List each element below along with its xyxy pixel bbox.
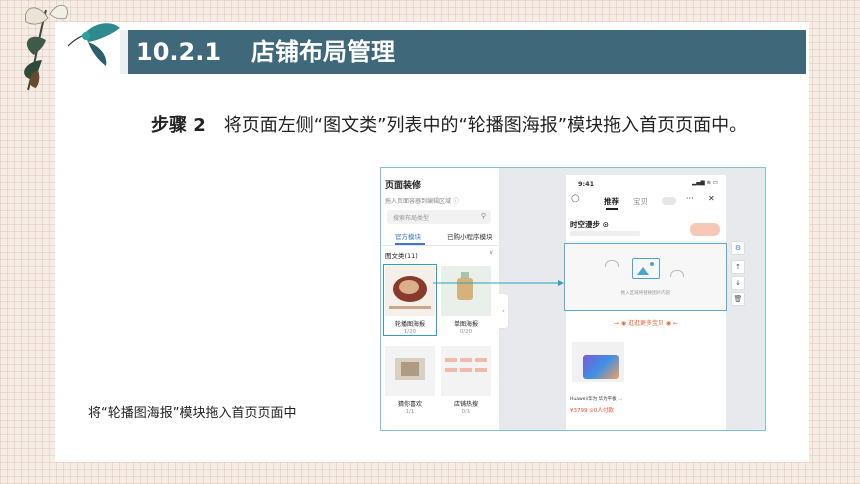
step-label: 步骤 2 [151,115,206,136]
title-accent [120,30,128,74]
drag-arrow [433,280,564,286]
section-title: 店铺布局管理 [251,38,396,66]
page-title: 10.2.1 店铺布局管理 [136,30,395,74]
section-number: 10.2.1 [136,38,222,66]
step-text: 将页面左侧“图文类”列表中的“轮播图海报”模块拖入首页页面中。 [223,115,748,136]
instruction-paragraph: 步骤 2 将页面左侧“图文类”列表中的“轮播图海报”模块拖入首页页面中。 [103,110,773,142]
screenshot-figure: 页面装修 拖入页面容器到编辑区域 ⓘ 搜索布局类型 ⚲ 官方模块 已购小程序模块… [380,167,766,431]
title-bar: 10.2.1 店铺布局管理 [120,30,806,74]
figure-caption: 将“轮播图海报”模块拖入首页页面中 [88,406,297,421]
hummingbird-flower-illustration [24,5,120,91]
